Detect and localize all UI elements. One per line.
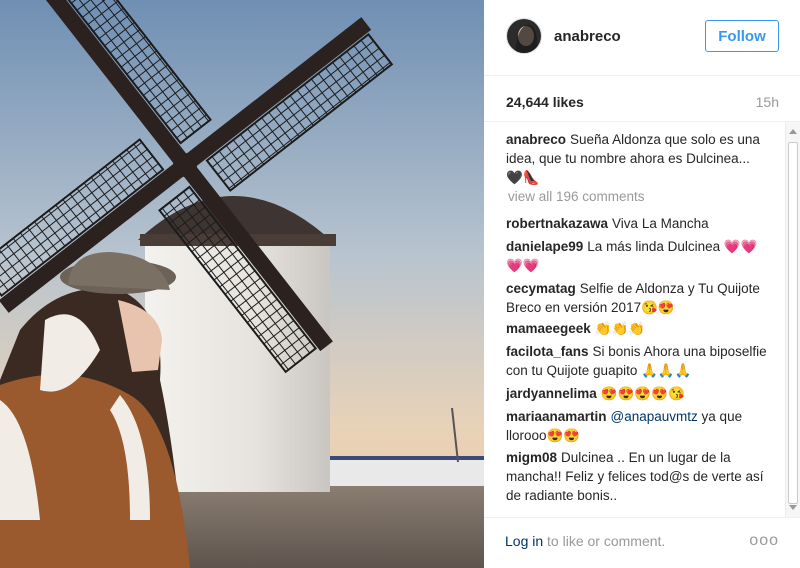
comment-mention[interactable]: @anapauvmtz xyxy=(611,409,698,424)
likes-count[interactable]: 24,644 likes xyxy=(506,94,584,110)
caption-user[interactable]: anabreco xyxy=(506,132,566,147)
comment-user[interactable]: mariaanamartin xyxy=(506,409,607,424)
comment-list[interactable]: anabreco Sueña Aldonza que solo es una id… xyxy=(484,122,784,517)
comment: facilota_fans Si bonis Ahora una bipoself… xyxy=(506,342,768,380)
post-time[interactable]: 15h xyxy=(756,94,779,110)
comment-user[interactable]: facilota_fans xyxy=(506,344,589,359)
scroll-down-icon[interactable] xyxy=(789,505,797,510)
comment-user[interactable]: danielape99 xyxy=(506,239,583,254)
comment: jardyannelima 😍😍😍😍😘 xyxy=(506,384,768,403)
post-side-panel: anabreco Follow 24,644 likes 15h anabrec… xyxy=(484,0,800,568)
comment-text: 😍😍😍😍😘 xyxy=(600,386,685,401)
login-link[interactable]: Log in xyxy=(505,533,543,549)
scroll-up-icon[interactable] xyxy=(789,129,797,134)
post-photo xyxy=(0,0,484,568)
comment-user[interactable]: robertnakazawa xyxy=(506,216,608,231)
post-header: anabreco Follow xyxy=(484,0,800,76)
scroll-thumb[interactable] xyxy=(788,142,798,504)
comment-user[interactable]: migm08 xyxy=(506,450,557,465)
comment: danielape99 La más linda Dulcinea 💗💗💗💗 xyxy=(506,237,768,275)
avatar[interactable] xyxy=(506,18,542,54)
comment: mamaeegeek 👏👏👏 xyxy=(506,319,768,338)
comment: migm08 Dulcinea .. En un lugar de la manc… xyxy=(506,448,768,505)
post-footer: Log in to like or comment. ooo xyxy=(484,517,800,568)
comment-user[interactable]: cecymatag xyxy=(506,281,576,296)
comment: cecymatag Selfie de Aldonza y Tu Quijote … xyxy=(506,279,768,317)
comment-text: Viva La Mancha xyxy=(612,216,709,231)
follow-button[interactable]: Follow xyxy=(705,20,779,52)
caption: anabreco Sueña Aldonza que solo es una id… xyxy=(506,130,768,187)
login-prompt-text: to like or comment. xyxy=(543,533,666,549)
username[interactable]: anabreco xyxy=(554,28,621,45)
comment-text: 👏👏👏 xyxy=(594,321,646,336)
windmill-photo xyxy=(0,0,484,568)
avatar-image xyxy=(507,19,541,53)
comment-user[interactable]: mamaeegeek xyxy=(506,321,591,336)
comment-scrollbar[interactable] xyxy=(785,122,800,517)
login-prompt: Log in to like or comment. xyxy=(505,533,665,549)
comment: mariaanamartin @anapauvmtz ya que llorooo… xyxy=(506,407,768,445)
more-options-icon[interactable]: ooo xyxy=(749,532,779,550)
comment-user[interactable]: jardyannelima xyxy=(506,386,597,401)
view-all-comments-link[interactable]: view all 196 comments xyxy=(508,189,645,204)
post-stats: 24,644 likes 15h xyxy=(484,76,800,122)
comment: robertnakazawa Viva La Mancha xyxy=(506,214,768,233)
